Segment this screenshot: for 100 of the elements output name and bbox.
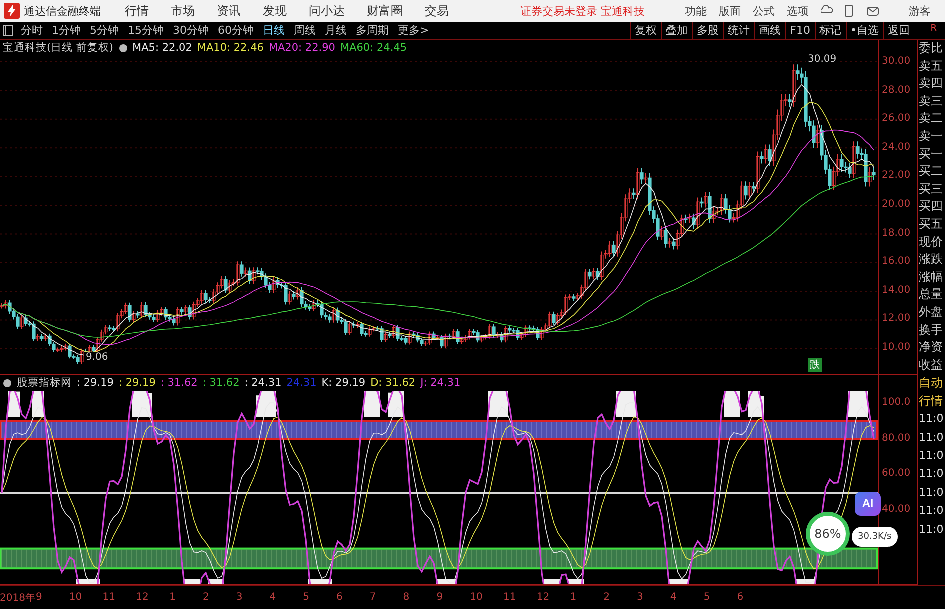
date-label: 1 [570, 592, 578, 603]
period-tab[interactable]: 60分钟 [218, 23, 254, 38]
tick-header: 行情 [919, 392, 944, 410]
period-tab[interactable]: 日线 [263, 23, 285, 38]
app-title: 通达信金融终端 [24, 4, 101, 18]
ma-value: MA10: 22.46 [197, 42, 264, 54]
quote-label: 买二 [919, 163, 944, 180]
quote-label: 外盘 [919, 304, 944, 321]
corner-label: R [930, 24, 937, 34]
high-price-label: 30.09 [806, 54, 839, 65]
axis-tick-label: 26.00 [882, 112, 912, 126]
date-label: 5 [704, 592, 712, 603]
period-tab[interactable]: 1分钟 [52, 23, 81, 38]
indicator-name: 股票指标网 [17, 376, 72, 390]
menu-item[interactable]: 市场 [171, 2, 195, 20]
toolbar-button[interactable]: 叠加 [661, 22, 692, 40]
period-tab[interactable]: 30分钟 [173, 23, 209, 38]
toolbar-button[interactable]: 画线 [754, 22, 786, 40]
mail-icon[interactable] [867, 6, 879, 16]
menu-item[interactable]: 交易 [425, 2, 449, 20]
axis-tick-label: 14.00 [882, 284, 912, 298]
user-label[interactable]: 游客 [909, 4, 931, 18]
menu-item[interactable]: 选项 [787, 4, 809, 18]
menu-item[interactable]: 功能 [685, 4, 707, 18]
tick-time: 11:0 [919, 484, 945, 501]
period-tab[interactable]: 周线 [294, 23, 316, 38]
menu-item[interactable]: 版面 [719, 4, 741, 18]
menu-item[interactable]: 财富圈 [367, 2, 403, 20]
period-tab[interactable]: 5分钟 [90, 23, 119, 38]
toolbar-button[interactable]: 返回 [883, 22, 914, 40]
quote-label: 卖四 [919, 75, 944, 92]
tick-time: 11:0 [919, 503, 945, 520]
period-tab[interactable]: 月线 [325, 23, 347, 38]
toolbar-button[interactable]: F10 [785, 22, 814, 40]
menu-item[interactable]: 问小达 [309, 2, 345, 20]
axis-tick-label: 28.00 [882, 84, 912, 98]
indicator-value: : 31.62 [202, 377, 240, 389]
quote-label: 买一 [919, 146, 944, 163]
indicator-value: 24.31 [286, 377, 317, 389]
axis-tick-label: 20.00 [882, 198, 912, 212]
logo-icon [4, 3, 20, 19]
indicator-value: : 24.31 [244, 377, 282, 389]
axis-tick-label: 60.00 [882, 467, 912, 482]
menu-item[interactable]: 公式 [753, 4, 775, 18]
network-speed-badge: 30.3K/s [852, 527, 898, 547]
date-label: 8 [403, 592, 411, 603]
axis-tick-label: 100.0 [882, 396, 912, 410]
period-tab[interactable]: 多周期 [356, 23, 389, 38]
date-label: 6 [737, 592, 745, 603]
quote-label: 现价 [919, 234, 944, 251]
ma-value: MA5: 22.02 [132, 42, 192, 54]
axis-tick-label: 18.00 [882, 226, 912, 241]
axis-tick-label: 10.00 [882, 340, 912, 355]
quote-label: 总量 [919, 286, 944, 304]
toolbar-button[interactable]: 标记 [814, 22, 846, 40]
quote-label: 涨幅 [919, 268, 944, 286]
ai-button[interactable]: AI [855, 492, 881, 516]
indicator-value: K: 29.19 [322, 377, 366, 389]
date-label: 5 [303, 592, 310, 603]
toolbar-button[interactable]: 统计 [723, 22, 754, 40]
memory-usage-badge[interactable]: 86% [806, 512, 850, 556]
toolbar-button[interactable]: 多股 [692, 22, 724, 40]
date-label: 12 [136, 592, 150, 603]
panel-toggle-icon[interactable] [3, 25, 13, 36]
chart-legend: 宝通科技(日线 前复权) [3, 41, 114, 55]
tick-time: 11:0 [919, 430, 945, 446]
date-label: 1 [170, 592, 177, 603]
axis-tick-label: 16.00 [882, 255, 912, 270]
ma-value: MA60: 24.45 [340, 42, 408, 54]
date-label: 9 [436, 592, 444, 603]
date-label: 11 [102, 592, 117, 603]
period-tab[interactable]: 分时 [21, 23, 43, 38]
date-label: 12 [536, 592, 551, 603]
quote-label: 卖五 [919, 58, 944, 75]
toolbar-button[interactable]: 复权 [630, 22, 662, 40]
axis-tick-label: 24.00 [882, 140, 912, 155]
date-label: 4 [670, 592, 678, 603]
date-label: 2 [604, 592, 612, 603]
date-label: 9 [36, 592, 44, 603]
quote-label: 净资 [919, 339, 944, 356]
settings-icon[interactable] [118, 44, 128, 52]
toolbar-button[interactable]: •自选 [846, 22, 883, 40]
ma-value: MA20: 22.90 [268, 42, 336, 54]
axis-tick-label: 22.00 [882, 169, 912, 184]
quote-label: 卖三 [919, 92, 944, 110]
date-label: 10 [470, 592, 484, 603]
phone-icon[interactable] [845, 5, 853, 17]
settings-icon[interactable] [3, 378, 12, 388]
indicator-value: : 29.19 [118, 377, 156, 389]
period-tab[interactable]: 更多> [398, 23, 430, 38]
period-tab[interactable]: 15分钟 [128, 23, 164, 38]
quote-label: 买四 [919, 198, 944, 216]
date-label: 4 [270, 592, 278, 603]
tick-time: 11:0 [919, 448, 945, 464]
axis-tick-label: 12.00 [882, 312, 912, 326]
low-price-label: 9.06 [84, 352, 110, 363]
menu-item[interactable]: 发现 [263, 2, 287, 20]
login-notice[interactable]: 证券交易未登录 宝通科技 [520, 4, 645, 18]
menu-item[interactable]: 行情 [125, 2, 149, 20]
menu-item[interactable]: 资讯 [217, 2, 241, 20]
